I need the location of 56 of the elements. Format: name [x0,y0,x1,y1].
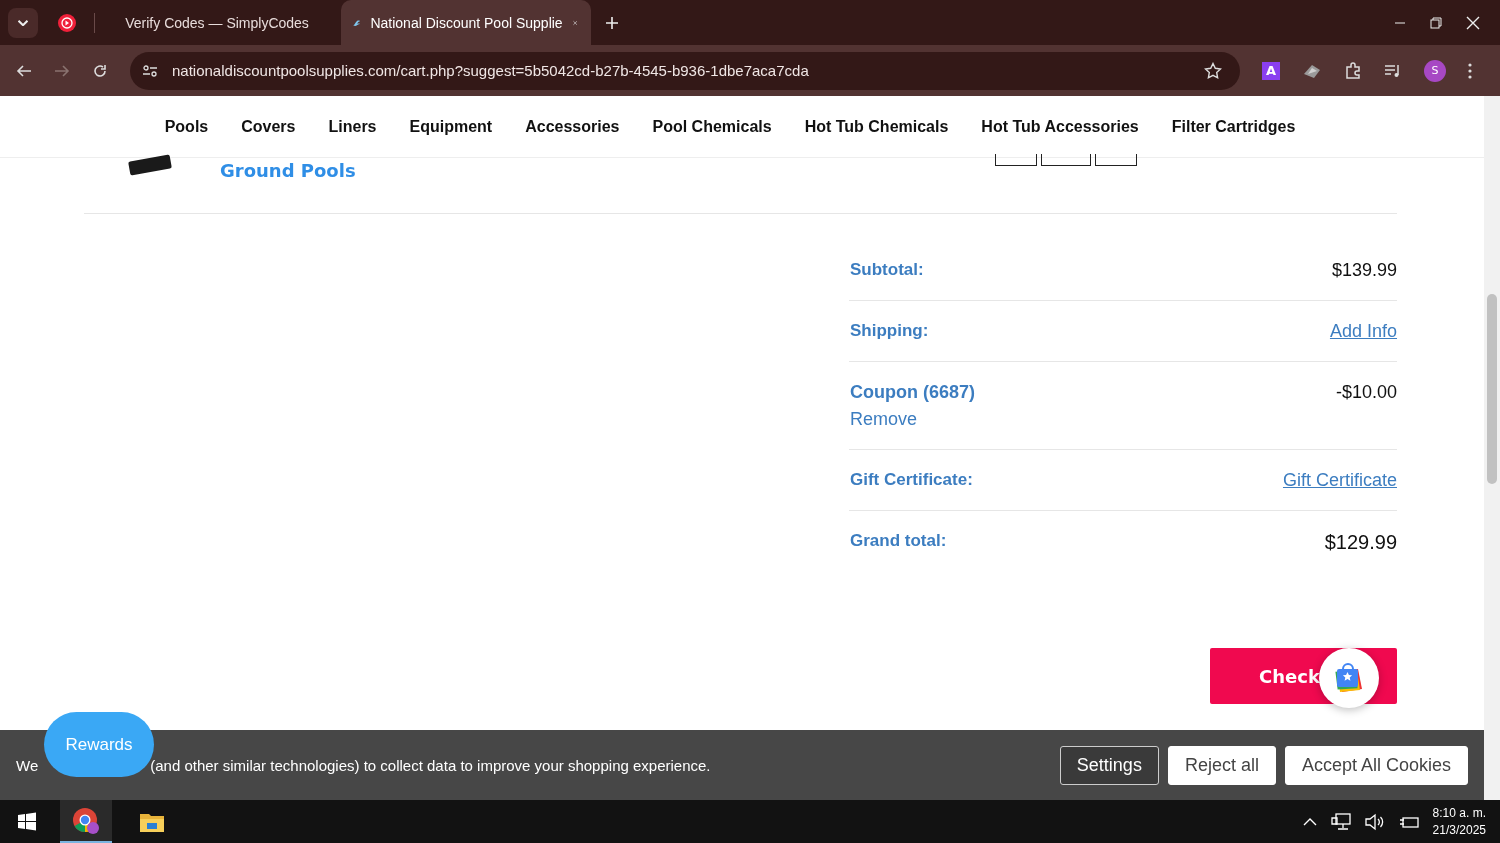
new-tab-icon[interactable] [605,15,619,30]
scrollbar[interactable] [1484,96,1500,800]
battery-icon[interactable] [1398,814,1419,829]
close-icon[interactable] [1466,15,1480,30]
bookmark-star-icon[interactable] [1204,61,1222,80]
restore-icon[interactable] [1430,16,1442,29]
address-bar[interactable]: nationaldiscountpoolsupplies.com/cart.php?suggest=5b5042cd-b27b-4545-b936-1dbe7aca7cda [130,51,1240,90]
summary-value: $139.99 [1331,260,1397,281]
product-photo-fragment [128,154,172,176]
browser-tab[interactable]: Verify Codes — SimplyCodes [103,0,333,45]
cookie-text: We [16,756,39,774]
chrome-taskbar-icon[interactable] [60,800,112,843]
summary-label: Subtotal: [850,260,924,280]
summary-value: -$10.00 [1335,382,1397,403]
chevron-up-icon[interactable] [1302,816,1317,827]
tab-search-button[interactable] [8,7,38,38]
windows-start-icon[interactable] [17,811,37,832]
summary-link[interactable]: Gift Certificate [1282,470,1397,491]
clock-date[interactable]: 21/3/2025 [1432,823,1486,837]
clock-time[interactable]: 8:10 a. m. [1432,806,1486,820]
remove-coupon-link[interactable]: Remove [850,409,975,430]
summary-label: Grand total: [850,531,947,551]
quantity-decrease-button[interactable] [995,154,1037,166]
media-control-icon[interactable] [1384,62,1402,79]
nav-link[interactable]: Pool Chemicals [652,117,772,136]
summary-label: Gift Certificate: [850,470,973,490]
music-app-icon[interactable] [58,13,76,32]
nav-link[interactable]: Accessories [525,117,620,136]
site-settings-icon[interactable] [142,63,158,78]
extensions-puzzle-icon[interactable] [1344,61,1362,80]
menu-icon[interactable] [1468,62,1472,79]
cookie-button[interactable]: Accept All Cookies [1284,745,1468,785]
network-icon[interactable] [1330,812,1351,831]
chevron-down-icon [18,19,28,26]
summary-value: $129.99 [1324,531,1397,554]
summary-label: Shipping: [850,321,929,341]
cookie-button[interactable]: Reject all [1167,745,1276,785]
browser-tab[interactable]: National Discount Pool Supplie [341,0,591,45]
reload-icon[interactable] [92,62,108,79]
summary-label: Coupon (6687) [850,382,975,403]
nav-link[interactable]: Hot Tub Chemicals [804,117,949,136]
extension-button[interactable]: A [1262,61,1280,80]
nav-link[interactable]: Covers [241,117,296,136]
forward-icon[interactable] [54,62,70,79]
nav-link[interactable]: Liners [328,117,377,136]
quantity-increase-button[interactable] [1095,154,1137,166]
summary-link[interactable]: Add Info [1329,321,1397,342]
cookie-button[interactable]: Settings [1059,745,1159,785]
quantity-field[interactable] [1041,154,1091,166]
profile-avatar[interactable]: S [1424,59,1446,82]
nav-link[interactable]: Pools [164,117,209,136]
nav-link[interactable]: Equipment [409,117,493,136]
back-icon[interactable] [16,62,32,79]
nav-link[interactable]: Filter Cartridges [1171,117,1296,136]
speaker-icon[interactable] [1364,812,1385,831]
nav-link[interactable]: Hot Tub Accessories [981,117,1139,136]
